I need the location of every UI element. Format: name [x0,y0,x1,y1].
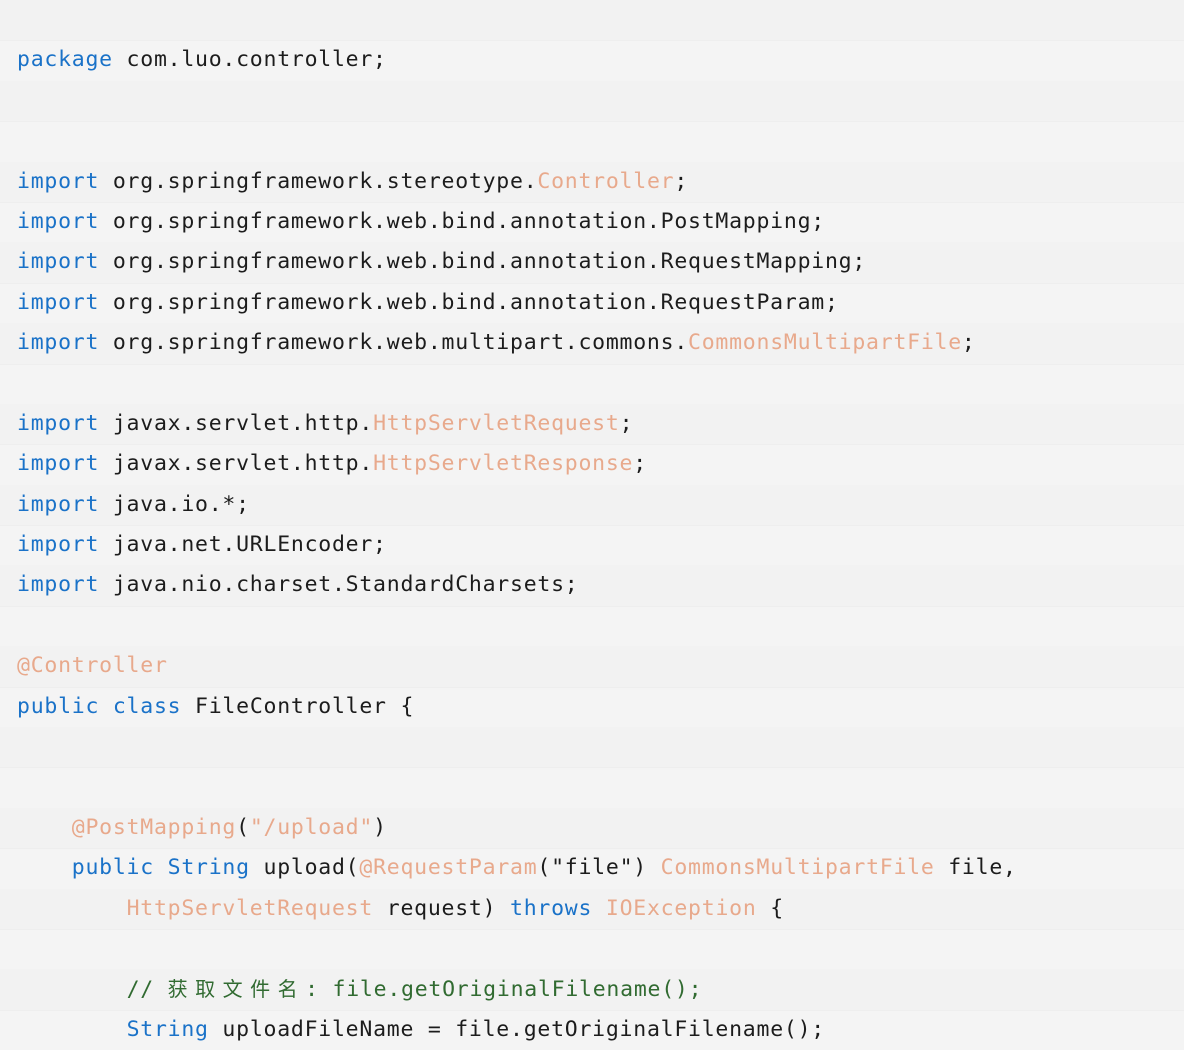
code-block[interactable]: package com.luo.controller; import org.s… [0,0,1184,1050]
code-token: "/upload" [249,814,374,840]
code-token: java.io.*; [99,491,250,517]
code-token: ) [373,814,387,840]
code-token: public String [71,855,250,881]
code-token: com.luo.controller; [112,47,387,73]
code-token: import [17,491,100,517]
code-line[interactable]: HttpServletRequest request) throws IOExc… [0,888,1184,929]
code-line[interactable]: // 获取文件名: file.getOriginalFilename(); [0,969,1184,1010]
code-line[interactable]: import org.springframework.web.bind.anno… [0,282,1184,324]
code-token: 获取文件名 [167,977,306,1002]
code-token: import [17,289,100,315]
code-token: IOException [605,895,757,921]
code-line[interactable]: package com.luo.controller; [0,40,1184,81]
code-token: @Controller [17,653,168,679]
code-token: @PostMapping [71,814,237,840]
code-token: : file.getOriginalFilename(); [305,977,703,1003]
code-token: // [126,977,168,1003]
code-token: ; [961,330,976,356]
code-token: import [17,410,100,436]
code-line[interactable]: import java.net.URLEncoder; [0,525,1184,566]
code-line[interactable]: import org.springframework.stereotype.Co… [0,161,1184,202]
code-token: ; [633,451,647,477]
code-token: java.nio.charset.StandardCharsets; [99,572,579,598]
code-token: Controller [537,168,675,194]
code-line[interactable] [0,80,1184,122]
code-line[interactable] [0,121,1184,162]
code-token: uploadFileName = file.getOriginalFilenam… [208,1016,825,1042]
code-line[interactable]: import org.springframework.web.bind.anno… [0,201,1184,243]
code-token: import [17,249,100,275]
code-line[interactable]: String uploadFileName = file.getOriginal… [0,1009,1184,1050]
code-line[interactable]: public String upload(@RequestParam("file… [0,848,1184,889]
code-token: org.springframework.web.bind.annotation.… [99,249,867,275]
code-token: file, [934,855,1017,881]
code-line[interactable]: @PostMapping("/upload") [0,807,1184,849]
code-token: java.net.URLEncoder; [99,532,387,558]
code-token: ( [236,814,250,840]
code-token: org.springframework.web.bind.annotation.… [99,208,825,234]
code-line[interactable]: import java.io.*; [0,484,1184,526]
code-token: FileController { [181,693,415,719]
code-token: org.springframework.stereotype. [99,168,538,194]
code-line[interactable]: @Controller [0,646,1184,687]
code-token: package [17,47,113,73]
code-token: throws [510,895,593,921]
code-token: import [17,208,100,234]
code-token: import [17,330,100,356]
code-token: HttpServletRequest [126,895,374,921]
code-token: javax.servlet.http. [99,410,374,436]
code-token: CommonsMultipartFile [688,330,962,356]
code-line[interactable] [0,928,1184,970]
code-token: HttpServletResponse [373,451,634,477]
code-line[interactable]: import org.springframework.web.bind.anno… [0,242,1184,283]
code-token: import [17,572,100,598]
code-line[interactable]: import java.nio.charset.StandardCharsets… [0,565,1184,606]
code-token: import [17,168,100,194]
code-token: ; [619,410,634,436]
code-line[interactable] [0,0,1184,41]
code-token: org.springframework.web.multipart.common… [99,330,689,356]
code-token: import [17,532,100,558]
code-line[interactable]: public class FileController { [0,686,1184,728]
code-token: import [17,451,100,477]
code-token: String [126,1016,209,1042]
code-token: ; [674,168,689,194]
code-line[interactable]: import javax.servlet.http.HttpServletReq… [0,403,1184,445]
code-token: ("file") [537,855,661,881]
code-token: javax.servlet.http. [99,451,374,477]
code-token: org.springframework.web.bind.annotation.… [99,289,839,315]
code-token: CommonsMultipartFile [660,855,935,881]
code-line[interactable]: import org.springframework.web.multipart… [0,323,1184,364]
code-line[interactable]: import javax.servlet.http.HttpServletRes… [0,444,1184,485]
code-token: @RequestParam [359,855,538,881]
code-token: request) [373,895,511,921]
code-token: upload( [249,855,360,881]
code-token: { [756,895,784,921]
code-line[interactable] [0,363,1184,404]
code-token: HttpServletRequest [373,410,620,436]
code-line[interactable] [0,727,1184,768]
code-line[interactable] [0,767,1184,808]
code-line[interactable] [0,605,1184,647]
code-token: public class [17,693,182,719]
